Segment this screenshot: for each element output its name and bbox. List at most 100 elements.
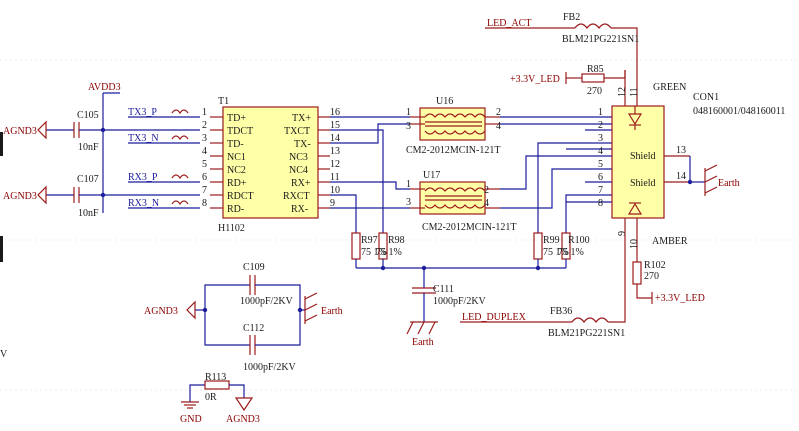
agnd3-symbol-a: AGND3 (3, 120, 47, 140)
svg-text:3: 3 (406, 197, 411, 208)
resistor-r98: R98 75 1% (376, 232, 405, 268)
u17-ref: U17 (423, 170, 440, 181)
svg-text:RX+: RX+ (291, 178, 311, 189)
svg-text:C111: C111 (433, 284, 454, 295)
svg-text:1: 1 (406, 179, 411, 190)
t1-to-choke-wiring (330, 116, 410, 233)
svg-text:2: 2 (496, 107, 501, 118)
svg-text:TD-: TD- (227, 139, 244, 150)
svg-text:RD+: RD+ (227, 178, 247, 189)
svg-text:12: 12 (330, 159, 340, 170)
svg-text:10: 10 (629, 239, 640, 249)
svg-text:Earth: Earth (718, 178, 740, 189)
svg-text:2: 2 (484, 185, 489, 196)
svg-text:8: 8 (598, 198, 603, 209)
svg-text:5: 5 (598, 159, 603, 170)
svg-text:8: 8 (202, 198, 207, 209)
c105-ref: C105 (77, 110, 99, 121)
svg-text:AGND3: AGND3 (144, 306, 178, 317)
svg-text:3: 3 (202, 133, 207, 144)
tx3-p-net: TX3_P (128, 107, 200, 118)
svg-text:RX-: RX- (291, 204, 308, 215)
capacitors-c109-c112: C109 1000pF/2KV C112 1000pF/2KV (195, 262, 305, 373)
svg-text:13: 13 (676, 145, 686, 156)
svg-text:75 1%: 75 1% (558, 247, 584, 258)
t1-ref: T1 (218, 96, 229, 107)
ethernet-magnetics-schematic: AVDD3 C105 10nF AGND3 C107 10nF AGND3 TX… (0, 12, 799, 425)
u16-part: CM2-2012MCIN-121T (406, 145, 500, 156)
capacitor-c107: C107 10nF (46, 174, 200, 219)
svg-text:R98: R98 (388, 235, 405, 246)
agnd3-symbol-b: AGND3 (3, 185, 47, 205)
background-grid (0, 59, 799, 391)
resistor-r102: +3.3V_LED R102 270 (632, 258, 705, 304)
svg-text:6: 6 (598, 172, 603, 183)
svg-text:C109: C109 (243, 262, 265, 273)
svg-text:9: 9 (617, 231, 628, 236)
resistor-r85: +3.3V_LED R85 270 (510, 64, 626, 97)
agnd3-symbol-d: AGND3 (226, 397, 260, 425)
svg-text:NC1: NC1 (227, 152, 246, 163)
u16-ref: U16 (436, 96, 453, 107)
common-mode-choke-u16: U16 1 3 2 4 CM2-2012MCIN-121T (406, 96, 501, 156)
svg-text:R100: R100 (568, 235, 590, 246)
svg-text:R97: R97 (361, 235, 378, 246)
resistor-r100: R100 75 1% (558, 232, 590, 268)
svg-text:14: 14 (676, 171, 686, 182)
svg-text:GND: GND (180, 414, 202, 425)
svg-text:4: 4 (202, 146, 207, 157)
agnd3-label-b: AGND3 (3, 191, 37, 202)
svg-text:75 1%: 75 1% (376, 247, 402, 258)
avdd3-label: AVDD3 (88, 82, 121, 93)
v33-led-bottom-label: +3.3V_LED (655, 293, 705, 304)
svg-text:Earth: Earth (321, 306, 343, 317)
junction-dot (100, 192, 106, 198)
svg-text:4: 4 (496, 121, 501, 132)
agnd3-label-a: AGND3 (3, 126, 37, 137)
svg-text:RDCT: RDCT (227, 191, 254, 202)
svg-text:TX+: TX+ (292, 113, 311, 124)
svg-text:16: 16 (330, 107, 340, 118)
svg-text:3: 3 (406, 121, 411, 132)
tx3-p-label: TX3_P (128, 107, 157, 118)
svg-text:TD+: TD+ (227, 113, 246, 124)
svg-text:NC4: NC4 (289, 165, 308, 176)
ferrite-bead-fb36: LED_DUPLEX FB36 BLM21PG221SN1 (460, 250, 626, 339)
svg-text:R102: R102 (644, 260, 666, 271)
con1-ref: CON1 (693, 92, 719, 103)
svg-text:FB2: FB2 (563, 12, 580, 23)
earth-symbol-c: Earth (304, 292, 343, 324)
svg-text:11: 11 (330, 172, 340, 183)
u16-body (419, 107, 486, 141)
c107-value: 10nF (78, 208, 99, 219)
shield-label-top: Shield (630, 151, 656, 162)
rx3-p-label: RX3_P (128, 172, 158, 183)
led-amber-label: AMBER (652, 236, 688, 247)
svg-text:10: 10 (330, 185, 340, 196)
tx3-n-net: TX3_N (128, 133, 200, 144)
svg-text:14: 14 (330, 133, 340, 144)
c105-value: 10nF (78, 142, 99, 153)
svg-text:3: 3 (598, 133, 603, 144)
svg-text:0R: 0R (205, 392, 217, 403)
svg-text:1000pF/2KV: 1000pF/2KV (243, 362, 297, 373)
svg-text:1: 1 (202, 107, 207, 118)
svg-text:R99: R99 (543, 235, 560, 246)
svg-text:NC2: NC2 (227, 165, 246, 176)
agnd3-symbol-c: AGND3 (144, 300, 196, 320)
svg-text:7: 7 (202, 185, 207, 196)
svg-text:15: 15 (330, 120, 340, 131)
svg-text:1: 1 (406, 107, 411, 118)
svg-text:12: 12 (617, 87, 628, 97)
earth-symbol-a: Earth (406, 321, 438, 348)
ferrite-bead-fb2: FB2 BLM21PG221SN1 (562, 12, 639, 60)
svg-text:1: 1 (598, 107, 603, 118)
svg-text:11: 11 (629, 87, 640, 97)
c107-ref: C107 (77, 174, 99, 185)
svg-text:2: 2 (202, 120, 207, 131)
led-act-net: LED_ACT (485, 18, 575, 29)
t1-part: H1102 (218, 223, 245, 234)
rx3-n-label: RX3_N (128, 198, 159, 209)
termination-bus (356, 265, 566, 288)
svg-text:FB36: FB36 (550, 306, 572, 317)
